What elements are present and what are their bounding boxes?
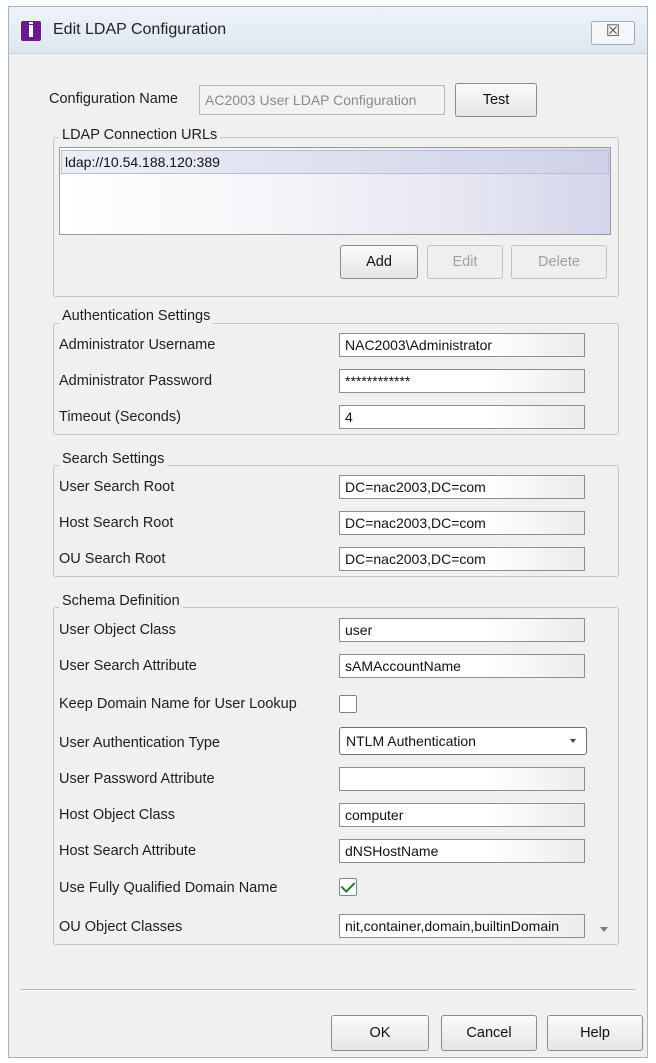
close-icon: ☒ xyxy=(605,23,621,40)
config-name-label: Configuration Name xyxy=(49,91,178,107)
chevron-down-icon xyxy=(570,739,576,743)
use-fqdn-checkbox[interactable] xyxy=(339,878,357,896)
admin-username-field[interactable]: NAC2003\Administrator xyxy=(339,333,585,357)
search-settings-legend: Search Settings xyxy=(59,451,168,467)
user-object-class-label: User Object Class xyxy=(59,622,176,638)
host-search-root-field[interactable]: DC=nac2003,DC=com xyxy=(339,511,585,535)
admin-password-field[interactable]: ************ xyxy=(339,369,585,393)
config-name-field[interactable]: AC2003 User LDAP Configuration xyxy=(199,85,445,115)
admin-username-label: Administrator Username xyxy=(59,337,216,353)
user-search-attr-label: User Search Attribute xyxy=(59,658,197,674)
ok-button[interactable]: OK xyxy=(331,1015,429,1051)
ou-object-classes-field[interactable]: nit,container,domain,builtinDomain xyxy=(339,914,585,938)
cancel-button[interactable]: Cancel xyxy=(441,1015,537,1051)
host-search-root-label: Host Search Root xyxy=(59,515,174,531)
timeout-label: Timeout (Seconds) xyxy=(59,409,181,425)
dialog-window: Edit LDAP Configuration ☒ Configuration … xyxy=(8,6,648,1058)
footer-separator xyxy=(21,989,635,991)
keep-domain-label: Keep Domain Name for User Lookup xyxy=(59,696,297,712)
delete-url-button[interactable]: Delete xyxy=(511,245,607,279)
edit-url-button[interactable]: Edit xyxy=(427,245,503,279)
scroll-down-icon[interactable] xyxy=(600,927,608,932)
keep-domain-checkbox[interactable] xyxy=(339,695,357,713)
schema-definition-legend: Schema Definition xyxy=(59,593,183,609)
host-object-class-field[interactable]: computer xyxy=(339,803,585,827)
admin-password-label: Administrator Password xyxy=(59,373,213,389)
add-url-button[interactable]: Add xyxy=(340,245,418,279)
user-auth-type-value: NTLM Authentication xyxy=(346,733,476,749)
user-search-attr-field[interactable]: sAMAccountName xyxy=(339,654,585,678)
close-button[interactable]: ☒ xyxy=(591,21,635,45)
user-object-class-field[interactable]: user xyxy=(339,618,585,642)
help-button[interactable]: Help xyxy=(547,1015,643,1051)
user-auth-type-select[interactable]: NTLM Authentication xyxy=(339,727,587,755)
host-search-attr-field[interactable]: dNSHostName xyxy=(339,839,585,863)
app-info-icon xyxy=(21,21,41,41)
user-search-root-field[interactable]: DC=nac2003,DC=com xyxy=(339,475,585,499)
auth-settings-legend: Authentication Settings xyxy=(59,308,214,324)
timeout-field[interactable]: 4 xyxy=(339,405,585,429)
test-button[interactable]: Test xyxy=(455,83,537,117)
checkmark-icon xyxy=(340,878,356,893)
dialog-title: Edit LDAP Configuration xyxy=(53,21,227,38)
ou-object-classes-label: OU Object Classes xyxy=(59,919,183,935)
user-auth-type-label: User Authentication Type xyxy=(59,735,220,751)
user-search-root-label: User Search Root xyxy=(59,479,175,495)
ou-search-root-field[interactable]: DC=nac2003,DC=com xyxy=(339,547,585,571)
host-search-attr-label: Host Search Attribute xyxy=(59,843,197,859)
ou-search-root-label: OU Search Root xyxy=(59,551,166,567)
user-password-attr-field[interactable] xyxy=(339,767,585,791)
list-item[interactable]: ldap://10.54.188.120:389 xyxy=(61,150,609,174)
user-password-attr-label: User Password Attribute xyxy=(59,771,215,787)
host-object-class-label: Host Object Class xyxy=(59,807,176,823)
title-bar[interactable]: Edit LDAP Configuration ☒ xyxy=(9,7,647,54)
ldap-urls-legend: LDAP Connection URLs xyxy=(59,127,221,143)
ldap-url-list[interactable]: ldap://10.54.188.120:389 xyxy=(59,147,611,235)
use-fqdn-label: Use Fully Qualified Domain Name xyxy=(59,880,278,896)
